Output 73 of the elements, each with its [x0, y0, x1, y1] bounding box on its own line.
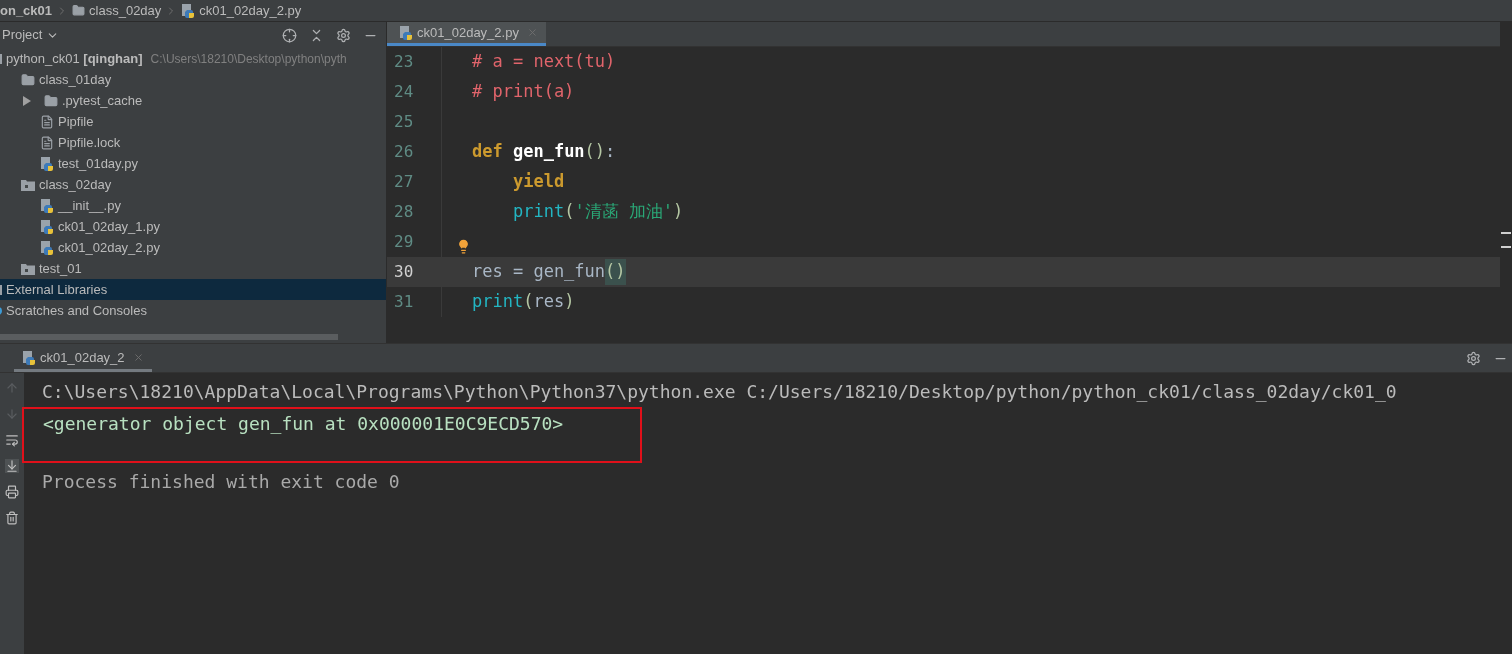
python-file-icon: [22, 350, 36, 365]
code-token: res = gen_fun: [472, 260, 606, 284]
breadcrumb-item[interactable]: on_ck01: [0, 0, 53, 21]
line-number: 31: [393, 291, 415, 313]
tree-item[interactable]: __init__.py: [0, 195, 386, 216]
code-token: ): [564, 290, 575, 314]
tree-item[interactable]: test_01: [0, 258, 386, 279]
code-token: :: [605, 140, 616, 164]
code-token: print: [511, 200, 565, 224]
tree-item[interactable]: External Libraries: [0, 279, 386, 300]
python-file-icon: [40, 156, 54, 171]
lightbulb-icon[interactable]: [456, 238, 471, 254]
folder-icon: [44, 93, 58, 108]
code-token: '清菡 加油': [574, 200, 674, 224]
code-token: (): [605, 259, 626, 285]
code-token: res: [533, 290, 565, 314]
code-token: (: [564, 200, 575, 224]
locate-icon[interactable]: [282, 27, 297, 43]
code-token: # a = next(tu): [472, 50, 616, 74]
python-file-icon: [399, 25, 413, 40]
file-icon: [40, 114, 54, 129]
project-path: C:\Users\18210\Desktop\python\pyth: [150, 50, 347, 68]
folder-icon: [72, 4, 86, 17]
python-file-icon: [181, 3, 196, 18]
python-file-icon: [40, 240, 54, 255]
tree-item[interactable]: test_01day.py: [0, 153, 386, 174]
tree-item[interactable]: .pytest_cache: [0, 90, 386, 111]
horizontal-scrollbar[interactable]: [0, 334, 338, 340]
tree-item[interactable]: Pipfile.lock: [0, 132, 386, 153]
tree-item[interactable]: class_01day: [0, 69, 386, 90]
folder-icon: [21, 72, 35, 87]
code-token: print: [472, 290, 524, 314]
console-line: <generator object gen_fun at 0x000001E0C9ECD570>: [43, 413, 564, 434]
python-file-icon: [40, 219, 54, 234]
tree-item[interactable]: Pipfile: [0, 111, 386, 132]
line-number: 28: [393, 201, 415, 223]
line-number: 29: [393, 231, 415, 253]
tree-item[interactable]: Scratches and Consoles: [0, 300, 386, 321]
soft-wrap-icon[interactable]: [5, 433, 19, 447]
code-token: def: [472, 140, 504, 164]
tree-item[interactable]: ck01_02day_2.py: [0, 237, 386, 258]
code-token: ): [673, 200, 684, 224]
project-view-dropdown[interactable]: Project: [2, 25, 60, 45]
package-folder-icon: [21, 262, 35, 275]
tree-item[interactable]: class_02day: [0, 174, 386, 195]
line-number: 25: [393, 111, 415, 133]
editor-tab[interactable]: ck01_02day_2.py: [387, 22, 546, 46]
code-token: (): [584, 140, 606, 164]
tree-item[interactable]: ck01_02day_1.py: [0, 216, 386, 237]
breadcrumb-item[interactable]: ck01_02day_2.py: [199, 0, 302, 21]
file-icon: [40, 135, 54, 150]
settings-icon[interactable]: [1466, 350, 1481, 366]
code-token: yield: [511, 170, 565, 194]
console-line: C:\Users\18210\AppData\Local\Programs\Python\Python37\python.exe C:/Users/18210/Desktop/python/python_ck01/class_02day/ck01_0: [42, 380, 1397, 404]
line-number: 23: [393, 51, 415, 73]
trash-icon[interactable]: [5, 511, 19, 525]
tree-item[interactable]: python_ck01 [qinghan] C:\Users\18210\Desktop\python\pyth: [0, 48, 386, 69]
expand-arrow-icon[interactable]: [22, 94, 32, 107]
line-number: 26: [393, 141, 415, 163]
breadcrumb-item[interactable]: class_02day: [89, 0, 162, 21]
line-number: 30: [393, 261, 415, 283]
code-token: (: [523, 290, 534, 314]
line-number: 27: [393, 171, 415, 193]
print-icon[interactable]: [5, 485, 19, 499]
console-line: Process finished with exit code 0: [42, 470, 400, 494]
code-token: # print(a): [472, 80, 575, 104]
code-token: gen_fun: [512, 140, 585, 164]
python-file-icon: [40, 198, 54, 213]
package-folder-icon: [21, 178, 35, 191]
scroll-to-end-icon[interactable]: [5, 459, 19, 473]
settings-icon[interactable]: [336, 27, 351, 43]
run-tab[interactable]: ck01_02day_2: [14, 346, 152, 372]
line-number: 24: [393, 81, 415, 103]
